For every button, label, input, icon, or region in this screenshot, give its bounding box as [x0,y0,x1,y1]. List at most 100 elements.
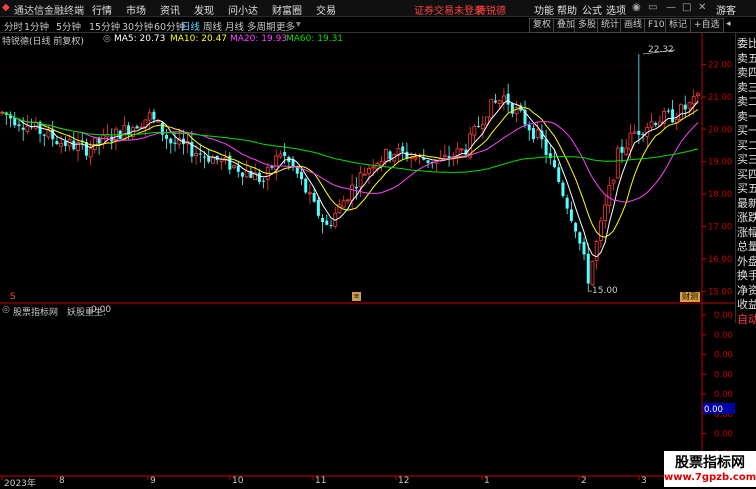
guest-label[interactable]: 游客 [716,2,736,17]
ma20-line [2,112,698,202]
kline-chart[interactable]: 22.0021.0020.0019.0018.0017.0016.0015.00… [0,33,735,487]
add-watchlist-button[interactable]: +自选 [690,18,724,33]
finance-marker[interactable]: 财测 [680,292,700,302]
menu-function[interactable]: 功能 [534,2,554,17]
period-tab-multi[interactable]: 多周期 [247,19,276,33]
period-tab-fenshi[interactable]: 分时 [4,19,23,33]
user-icon[interactable]: ◉ [632,2,641,13]
period-tab-more[interactable]: 更多 [276,19,295,33]
candle-body [359,173,362,187]
mark-button[interactable]: 标记 [665,18,691,33]
period-tab-monthly[interactable]: 月线 [225,19,244,33]
menu-options[interactable]: 选项 [606,2,626,17]
menu-help[interactable]: 帮助 [557,2,577,17]
candle-body [355,187,358,189]
close-icon[interactable]: ✕ [698,2,706,13]
candle-body [321,218,324,222]
price-tick-label: 21.00 [708,93,732,103]
period-tab-30min[interactable]: 30分钟 [122,19,153,33]
draw-line-button[interactable]: 画线 [620,18,646,33]
candle-body [165,135,168,139]
period-tab-daily[interactable]: 日线 [181,19,200,33]
candle-body [696,94,699,96]
split-marker[interactable]: S [10,292,16,302]
candle-body [684,105,687,110]
maximize-icon[interactable]: □ [682,2,691,13]
candle-body [199,154,202,155]
period-tab-15min[interactable]: 15分钟 [89,19,120,33]
candle-body [583,242,586,254]
menu-hq[interactable]: 行情 [92,2,112,17]
candle-body [123,125,126,139]
candle-body [262,181,265,182]
menu-wenxiaoda[interactable]: 问小达 [228,2,258,17]
collapse-icon[interactable]: ◂ [723,18,734,31]
menu-formula[interactable]: 公式 [582,2,602,17]
candle-body [313,193,316,202]
candle-body [64,141,67,146]
sidebar-item-19[interactable]: 自动 [737,311,756,327]
ma-legend: 特锐德(日线 前复权) ◎ MA5: 20.73 MA10: 20.47 MA2… [0,34,730,46]
moving-average-lines [2,101,698,257]
candle-body [55,141,58,144]
menu-market[interactable]: 市场 [126,2,146,17]
candle-body [616,148,619,178]
login-notice[interactable]: 证券交易未登录 [414,2,484,17]
candle-body [427,160,430,163]
ma10-line [2,108,698,238]
candle-body [692,97,695,104]
indicator-tick-label: 0.00 [714,370,733,380]
menu-news[interactable]: 资讯 [160,2,180,17]
date-tick-label: 1 [484,476,490,486]
candle-body [612,180,615,183]
indicator-settings-icon[interactable]: ◎ [2,305,10,315]
candle-body [591,261,594,284]
candle-body [490,99,493,118]
app-title: 通达信金融终端 [14,2,84,17]
legend-settings-icon[interactable]: ◎ [103,34,111,44]
period-tab-5min[interactable]: 5分钟 [56,19,81,33]
ma60-value: MA60: 19.31 [286,34,343,44]
candle-body [494,101,497,103]
candle-body [60,143,63,146]
date-tick-label: 10 [232,476,243,486]
chat-icon[interactable]: ▭ [648,2,657,13]
price-tick-label: 15.00 [708,287,732,297]
candle-body [486,117,489,124]
menu-discover[interactable]: 发现 [194,2,214,17]
candle-body [384,149,387,161]
candle-body [72,141,75,150]
ma5-value: MA5: 20.73 [114,34,165,44]
candle-body [595,241,598,260]
event-marker-icon[interactable]: ≡ [352,292,361,301]
candle-body [566,198,569,209]
menu-caifuquan[interactable]: 财富圈 [272,2,302,17]
indicator-tick-label: 0.00 [714,351,733,361]
candle-body [507,94,510,105]
candle-body [633,132,636,133]
date-tick-label: 2 [581,476,587,486]
more-chevron-icon[interactable]: ▾ [296,19,301,30]
candle-body [308,193,311,194]
candle-body [473,127,476,136]
fuquan-button[interactable]: 复权 [529,18,555,33]
candle-body [389,151,392,159]
period-tab-weekly[interactable]: 周线 [203,19,222,33]
candle-body [140,127,143,128]
candle-body [237,166,240,172]
candle-body [211,158,214,163]
minimize-icon[interactable]: — [666,2,676,13]
candle-body [17,124,20,126]
candle-body [604,205,607,221]
candle-body [401,146,404,151]
price-tick-label: 22.00 [708,60,732,70]
candle-body [342,201,345,207]
candle-body [460,149,463,150]
menu-trade[interactable]: 交易 [316,2,336,17]
candle-body [279,154,282,157]
candle-body [528,125,531,130]
watermark-cn: 股票指标网 [664,452,756,472]
candle-body [680,105,683,120]
ma60-line [2,112,698,172]
period-tab-1min[interactable]: 1分钟 [24,19,49,33]
